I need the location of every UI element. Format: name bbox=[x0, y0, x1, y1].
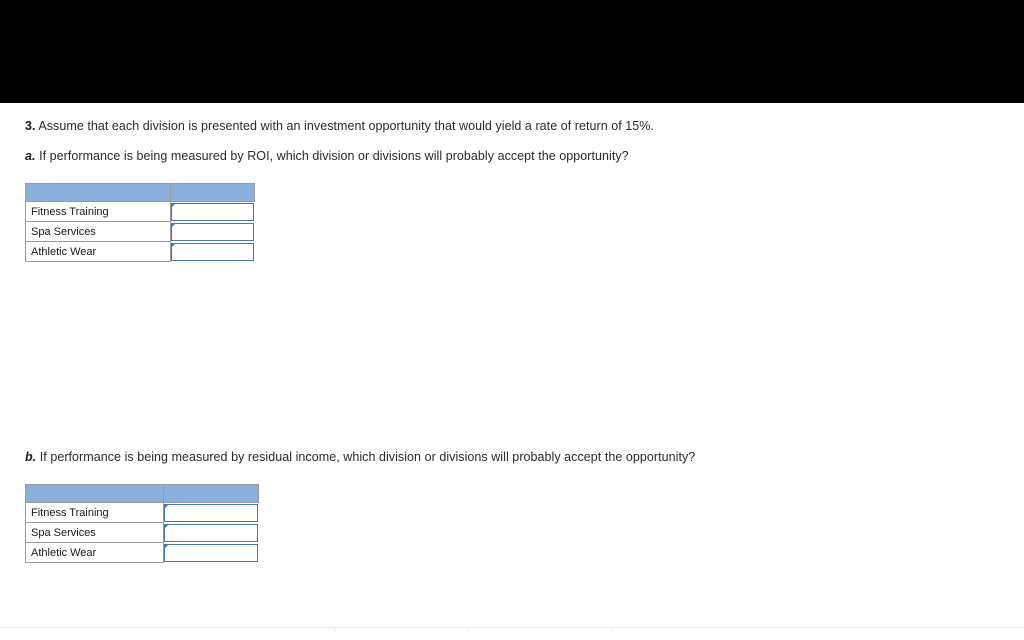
question-3-line: 3. Assume that each division is presente… bbox=[25, 118, 654, 134]
roi-answer-cell-fitness-training[interactable] bbox=[170, 201, 255, 222]
table-row: Fitness Training bbox=[25, 201, 255, 222]
top-letterbox-band bbox=[0, 0, 1024, 103]
ri-row-label-spa-services: Spa Services bbox=[25, 522, 164, 543]
bottom-tick-mark bbox=[335, 629, 336, 633]
table-row: Spa Services bbox=[25, 522, 259, 543]
cell-flag-icon bbox=[172, 242, 176, 247]
residual-income-answer-table: Fitness Training Spa Services Athletic W… bbox=[25, 484, 259, 563]
table-header-row bbox=[25, 183, 255, 202]
question-3b-text: If performance is being measured by resi… bbox=[39, 450, 696, 464]
question-3-number: 3. bbox=[25, 119, 36, 133]
ri-answer-cell-athletic-wear[interactable] bbox=[163, 542, 259, 563]
bottom-divider bbox=[0, 627, 1024, 628]
roi-header-cell-answer bbox=[170, 183, 255, 202]
roi-answer-input-fitness-training[interactable] bbox=[171, 203, 254, 221]
ri-header-cell-label bbox=[25, 484, 164, 503]
roi-answer-input-spa-services[interactable] bbox=[171, 222, 254, 241]
roi-answer-cell-athletic-wear[interactable] bbox=[170, 241, 255, 262]
table-header-row bbox=[25, 484, 259, 503]
ri-answer-cell-fitness-training[interactable] bbox=[163, 502, 259, 523]
roi-header-cell-label bbox=[25, 183, 171, 202]
ri-answer-input-fitness-training[interactable] bbox=[164, 504, 258, 522]
question-3b-marker: b. bbox=[25, 450, 37, 464]
cell-flag-icon bbox=[172, 222, 176, 227]
bottom-tick-mark bbox=[778, 629, 779, 633]
roi-row-label-spa-services: Spa Services bbox=[25, 221, 171, 242]
cell-flag-icon bbox=[165, 543, 169, 548]
table-row: Athletic Wear bbox=[25, 542, 259, 563]
ri-answer-input-spa-services[interactable] bbox=[164, 523, 258, 542]
table-row: Fitness Training bbox=[25, 502, 259, 523]
roi-row-label-fitness-training: Fitness Training bbox=[25, 201, 171, 222]
bottom-tick-mark bbox=[612, 629, 613, 633]
roi-answer-input-athletic-wear[interactable] bbox=[171, 242, 254, 261]
ri-row-label-athletic-wear: Athletic Wear bbox=[25, 542, 164, 563]
ri-row-label-fitness-training: Fitness Training bbox=[25, 502, 164, 523]
roi-answer-cell-spa-services[interactable] bbox=[170, 221, 255, 242]
table-row: Spa Services bbox=[25, 221, 255, 242]
roi-row-label-athletic-wear: Athletic Wear bbox=[25, 241, 171, 262]
question-3b-line: b. If performance is being measured by r… bbox=[25, 449, 695, 465]
cell-flag-icon bbox=[165, 523, 169, 528]
document-sheet: 3. Assume that each division is presente… bbox=[0, 103, 1024, 640]
roi-answer-table: Fitness Training Spa Services Athletic W… bbox=[25, 183, 255, 262]
question-3a-line: a. If performance is being measured by R… bbox=[25, 148, 629, 164]
cell-flag-icon bbox=[165, 504, 169, 508]
cell-flag-icon bbox=[172, 203, 176, 207]
question-3-text: Assume that each division is presented w… bbox=[38, 119, 654, 133]
ri-answer-cell-spa-services[interactable] bbox=[163, 522, 259, 543]
table-row: Athletic Wear bbox=[25, 241, 255, 262]
ri-header-cell-answer bbox=[163, 484, 259, 503]
question-3a-marker: a. bbox=[25, 149, 36, 163]
bottom-tick-mark bbox=[468, 629, 469, 633]
question-3a-text: If performance is being measured by ROI,… bbox=[39, 149, 629, 163]
ri-answer-input-athletic-wear[interactable] bbox=[164, 543, 258, 562]
